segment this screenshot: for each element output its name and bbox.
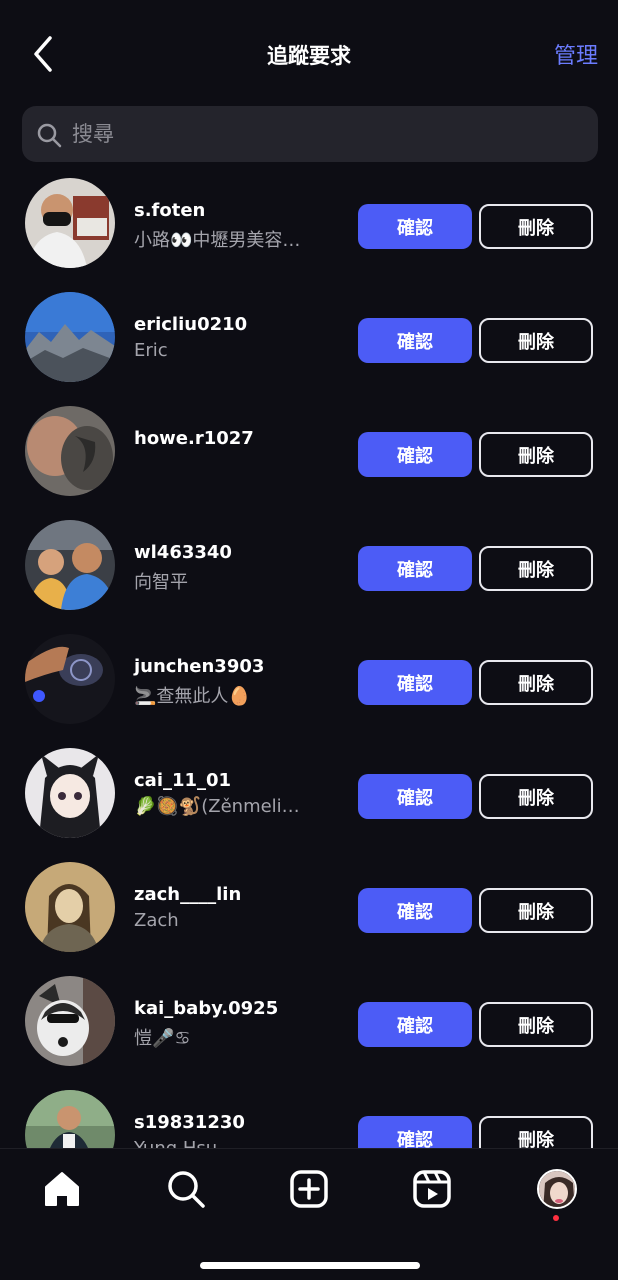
page-title: 追蹤要求 <box>267 44 351 68</box>
avatar[interactable] <box>25 1090 115 1148</box>
delete-button[interactable]: 刪除 <box>479 1002 593 1047</box>
follow-request-list: s.foten 小路👀中壢男美容… 確認 刪除 ericliu0210 Eric… <box>0 168 618 1148</box>
confirm-button[interactable]: 確認 <box>358 660 472 705</box>
username[interactable]: kai_baby.0925 <box>134 998 278 1019</box>
display-name: Yung Hsu <box>134 1138 217 1148</box>
follow-request-row: junchen3903 🚬查無此人🥚 確認 刪除 <box>0 624 618 738</box>
follow-request-row: kai_baby.0925 愷🎤♋ 確認 刪除 <box>0 966 618 1080</box>
delete-button[interactable]: 刪除 <box>479 660 593 705</box>
username[interactable]: howe.r1027 <box>134 428 254 449</box>
delete-button[interactable]: 刪除 <box>479 432 593 477</box>
avatar[interactable] <box>25 292 115 382</box>
search-icon <box>168 1171 205 1208</box>
manage-button[interactable]: 管理 <box>554 38 598 70</box>
avatar[interactable] <box>25 406 115 496</box>
avatar[interactable] <box>25 634 115 724</box>
confirm-button[interactable]: 確認 <box>358 432 472 477</box>
home-icon <box>45 1172 79 1206</box>
username[interactable]: wl463340 <box>134 542 232 563</box>
username[interactable]: s19831230 <box>134 1112 245 1133</box>
username[interactable]: s.foten <box>134 200 205 221</box>
follow-request-row: cai_11_01 🥬🥘🐒(Zěnmeli… 確認 刪除 <box>0 738 618 852</box>
display-name: 向智平 <box>134 572 188 593</box>
delete-button[interactable]: 刪除 <box>479 546 593 591</box>
follow-request-row: ericliu0210 Eric 確認 刪除 <box>0 282 618 396</box>
display-name: 愷🎤♋ <box>134 1028 191 1049</box>
home-indicator <box>200 1262 420 1269</box>
follow-request-row: zach____lin Zach 確認 刪除 <box>0 852 618 966</box>
delete-button[interactable]: 刪除 <box>479 318 593 363</box>
tab-profile-avatar[interactable] <box>537 1169 577 1209</box>
username[interactable]: junchen3903 <box>134 656 264 677</box>
follow-request-row: wl463340 向智平 確認 刪除 <box>0 510 618 624</box>
follow-request-row: s.foten 小路👀中壢男美容… 確認 刪除 <box>0 168 618 282</box>
username[interactable]: cai_11_01 <box>134 770 231 791</box>
confirm-button[interactable]: 確認 <box>358 204 472 249</box>
delete-button[interactable]: 刪除 <box>479 1116 593 1148</box>
header: 追蹤要求 管理 <box>0 0 618 104</box>
display-name: Zach <box>134 910 179 931</box>
confirm-button[interactable]: 確認 <box>358 774 472 819</box>
tab-reels[interactable] <box>410 1167 454 1211</box>
display-name: 🚬查無此人🥚 <box>134 686 251 707</box>
confirm-button[interactable]: 確認 <box>358 888 472 933</box>
confirm-button[interactable]: 確認 <box>358 1116 472 1148</box>
username[interactable]: zach____lin <box>134 884 241 905</box>
confirm-button[interactable]: 確認 <box>358 546 472 591</box>
avatar[interactable] <box>25 178 115 268</box>
username[interactable]: ericliu0210 <box>134 314 247 335</box>
tab-search[interactable] <box>164 1167 208 1211</box>
search-bar[interactable] <box>22 106 598 162</box>
tab-create[interactable] <box>287 1167 331 1211</box>
follow-request-row: howe.r1027 確認 刪除 <box>0 396 618 510</box>
display-name: 小路👀中壢男美容… <box>134 230 301 251</box>
delete-button[interactable]: 刪除 <box>479 888 593 933</box>
search-icon <box>37 123 62 148</box>
delete-button[interactable]: 刪除 <box>479 774 593 819</box>
confirm-button[interactable]: 確認 <box>358 318 472 363</box>
tab-home[interactable] <box>40 1167 84 1211</box>
search-input[interactable] <box>72 106 572 162</box>
notification-dot <box>553 1215 559 1221</box>
avatar[interactable] <box>25 862 115 952</box>
avatar[interactable] <box>25 976 115 1066</box>
follow-request-row: s19831230 Yung Hsu 確認 刪除 <box>0 1080 618 1148</box>
reels-icon <box>413 1170 451 1208</box>
create-icon <box>290 1170 328 1208</box>
avatar[interactable] <box>25 748 115 838</box>
display-name: Eric <box>134 340 168 361</box>
bottom-tab-bar <box>0 1148 618 1280</box>
confirm-button[interactable]: 確認 <box>358 1002 472 1047</box>
delete-button[interactable]: 刪除 <box>479 204 593 249</box>
display-name: 🥬🥘🐒(Zěnmeli… <box>134 796 300 817</box>
avatar[interactable] <box>25 520 115 610</box>
